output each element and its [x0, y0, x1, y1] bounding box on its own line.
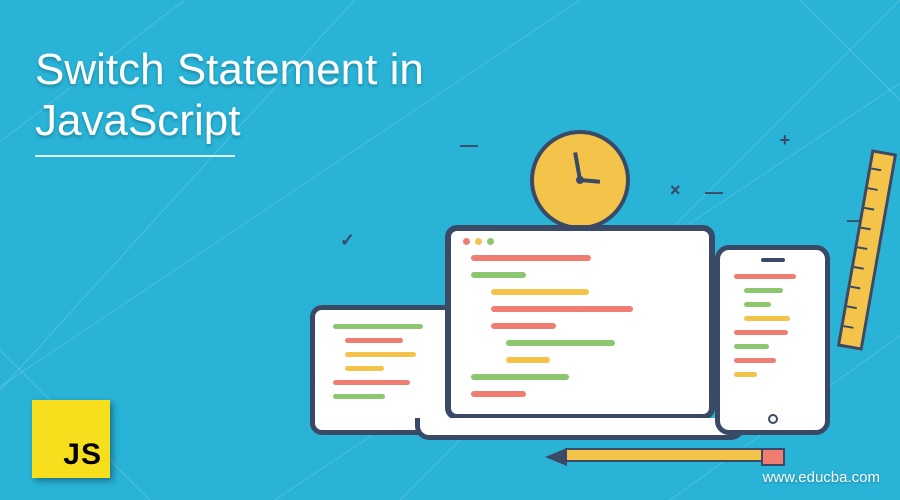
code-line — [734, 330, 788, 335]
window-controls — [463, 238, 494, 245]
page-title: Switch Statement in JavaScript — [35, 45, 424, 146]
phone-home-button — [768, 414, 778, 424]
code-line — [333, 324, 423, 329]
laptop-base — [415, 418, 745, 440]
code-line — [491, 306, 633, 312]
code-line — [491, 289, 589, 295]
title-line-2: JavaScript — [35, 96, 240, 145]
ruler-icon — [837, 149, 897, 350]
code-line — [471, 391, 526, 397]
code-line — [734, 358, 776, 363]
code-line — [345, 366, 384, 371]
website-url: www.educba.com — [762, 469, 880, 486]
code-line — [471, 255, 591, 261]
code-line — [744, 288, 783, 293]
code-line — [744, 316, 790, 321]
dash-icon: — — [460, 135, 478, 156]
clock-center — [576, 176, 584, 184]
code-line — [734, 344, 769, 349]
maximize-dot-icon — [487, 238, 494, 245]
phone-device — [715, 245, 830, 435]
code-line — [471, 374, 569, 380]
minimize-dot-icon — [475, 238, 482, 245]
code-line — [345, 338, 403, 343]
code-line — [744, 302, 771, 307]
pencil-icon — [565, 448, 785, 462]
js-logo: JS — [32, 400, 110, 478]
banner-root: Switch Statement in JavaScript JS www.ed… — [0, 0, 900, 500]
code-line — [734, 274, 796, 279]
close-dot-icon — [463, 238, 470, 245]
code-line — [333, 380, 410, 385]
phone-speaker — [761, 258, 785, 262]
title-underline — [35, 155, 235, 157]
plus-icon: + — [779, 130, 790, 151]
code-line — [333, 394, 385, 399]
title-line-1: Switch Statement in — [35, 45, 424, 94]
code-line — [734, 372, 757, 377]
js-logo-text: JS — [63, 438, 102, 472]
code-line — [491, 323, 556, 329]
code-line — [506, 357, 550, 363]
dash-icon: — — [705, 182, 723, 203]
clock-icon — [530, 130, 630, 230]
code-line — [506, 340, 615, 346]
check-icon: ✓ — [340, 230, 355, 251]
cross-icon: × — [670, 180, 681, 201]
code-line — [471, 272, 526, 278]
code-line — [345, 352, 416, 357]
devices-illustration: ✓ — × — + — — [310, 140, 870, 470]
laptop-device — [445, 225, 715, 420]
